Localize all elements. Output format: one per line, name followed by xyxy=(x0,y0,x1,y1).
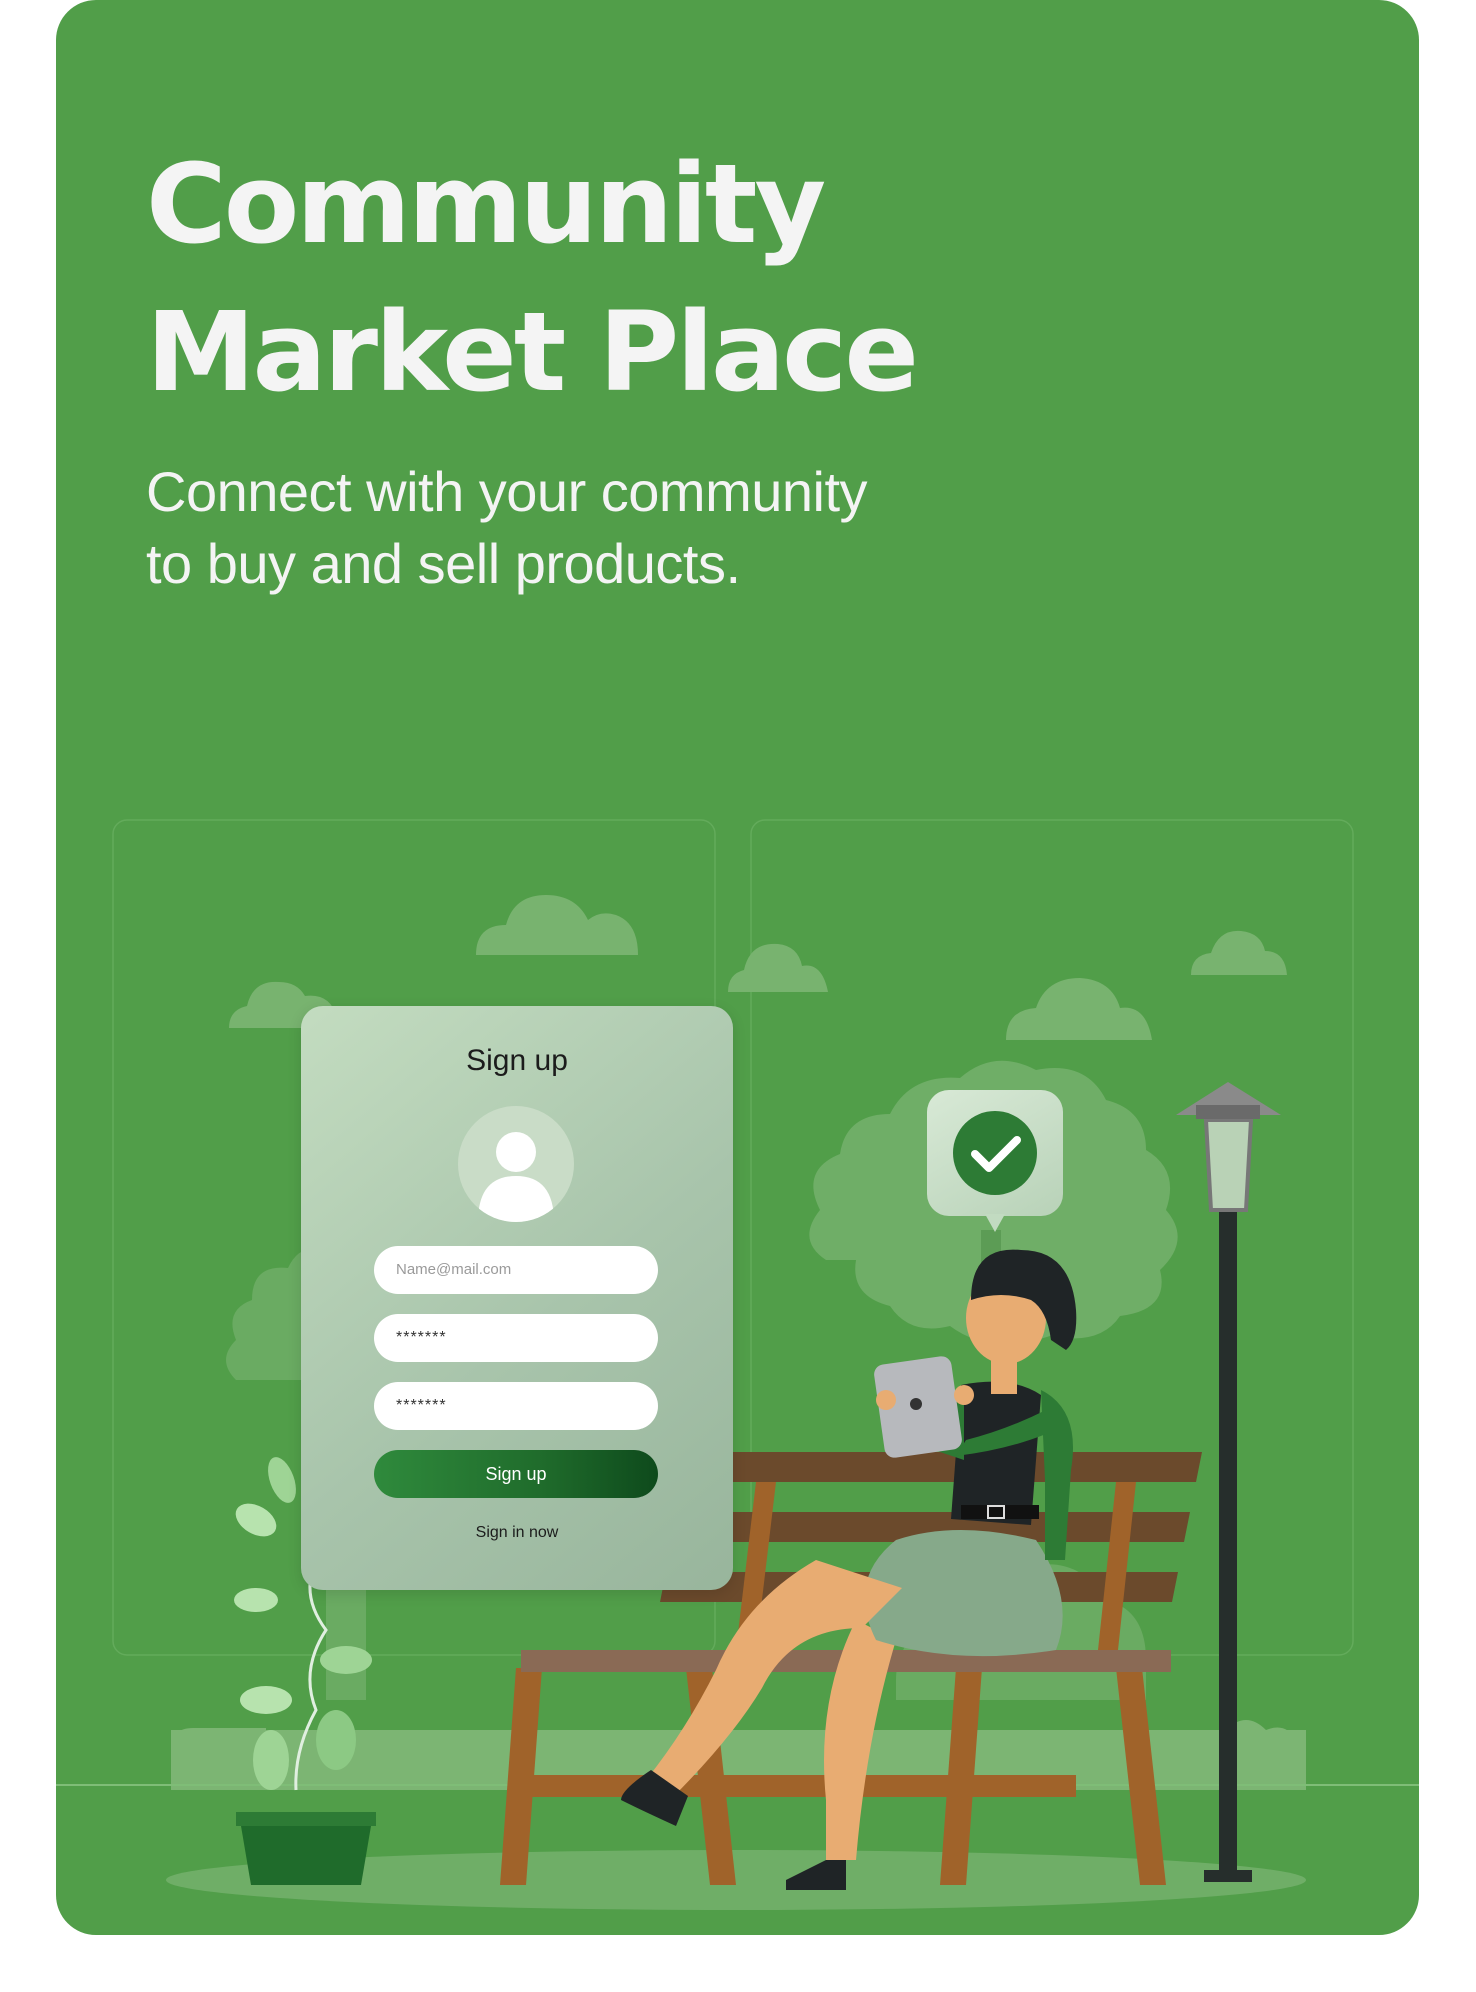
confirm-password-field[interactable]: ******* xyxy=(374,1382,658,1430)
title-line-2: Market Place xyxy=(146,288,919,416)
password-field[interactable]: ******* xyxy=(374,1314,658,1362)
subtitle-line-1: Connect with your community xyxy=(146,460,868,523)
page-subtitle: Connect with your community to buy and s… xyxy=(146,456,1046,600)
hero-section: Community Market Place Connect with your… xyxy=(146,130,1046,600)
user-avatar-icon xyxy=(458,1106,574,1222)
cloud-icon xyxy=(1191,930,1287,975)
signup-form-card: Sign up Name@mail.com ******* ******* Si… xyxy=(301,1006,733,1590)
email-field[interactable]: Name@mail.com xyxy=(374,1246,658,1294)
signin-link[interactable]: Sign in now xyxy=(301,1524,733,1542)
cloud-icon xyxy=(728,943,828,992)
signup-title: Sign up xyxy=(466,1044,568,1077)
page-title: Community Market Place xyxy=(146,130,1046,426)
title-line-1: Community xyxy=(146,140,826,268)
cloud-icon xyxy=(1006,978,1152,1040)
cloud-icon xyxy=(476,895,638,955)
check-bubble xyxy=(927,1090,1063,1232)
hero-card: Community Market Place Connect with your… xyxy=(56,0,1419,1935)
subtitle-line-2: to buy and sell products. xyxy=(146,532,741,595)
signup-button[interactable]: Sign up xyxy=(374,1450,658,1498)
